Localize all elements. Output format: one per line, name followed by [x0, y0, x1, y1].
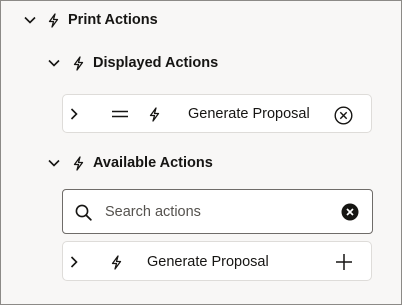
bolt-icon: [147, 106, 161, 123]
clear-search-button[interactable]: [340, 202, 360, 222]
action-label: Generate Proposal: [147, 254, 269, 270]
action-label: Generate Proposal: [188, 106, 310, 122]
add-action-button[interactable]: [334, 252, 354, 272]
drag-handle-icon[interactable]: [111, 109, 129, 119]
section-title: Print Actions: [68, 12, 158, 28]
bolt-icon: [109, 254, 123, 271]
remove-action-button[interactable]: [333, 105, 353, 125]
available-actions-header[interactable]: Available Actions: [47, 154, 213, 172]
chevron-down-icon[interactable]: [47, 156, 61, 170]
print-actions-header[interactable]: Print Actions: [23, 11, 158, 29]
clear-icon: [341, 203, 359, 221]
remove-icon: [333, 105, 353, 125]
chevron-right-icon[interactable]: [68, 255, 80, 269]
search-actions-field[interactable]: Search actions: [62, 189, 373, 234]
add-icon: [336, 254, 352, 270]
bolt-icon: [71, 55, 85, 71]
search-icon: [74, 203, 92, 221]
chevron-down-icon[interactable]: [23, 13, 37, 27]
print-actions-panel: Print Actions Displayed Actions Generate…: [0, 0, 402, 305]
chevron-down-icon[interactable]: [47, 56, 61, 70]
chevron-right-icon[interactable]: [68, 107, 80, 121]
subsection-title: Displayed Actions: [93, 55, 219, 71]
search-input[interactable]: Search actions: [105, 204, 201, 220]
bolt-icon: [46, 12, 60, 28]
available-action-item[interactable]: Generate Proposal: [62, 241, 372, 281]
subsection-title: Available Actions: [93, 155, 213, 171]
bolt-icon: [71, 155, 85, 171]
displayed-actions-header[interactable]: Displayed Actions: [47, 54, 218, 72]
displayed-action-item[interactable]: Generate Proposal: [62, 94, 372, 133]
